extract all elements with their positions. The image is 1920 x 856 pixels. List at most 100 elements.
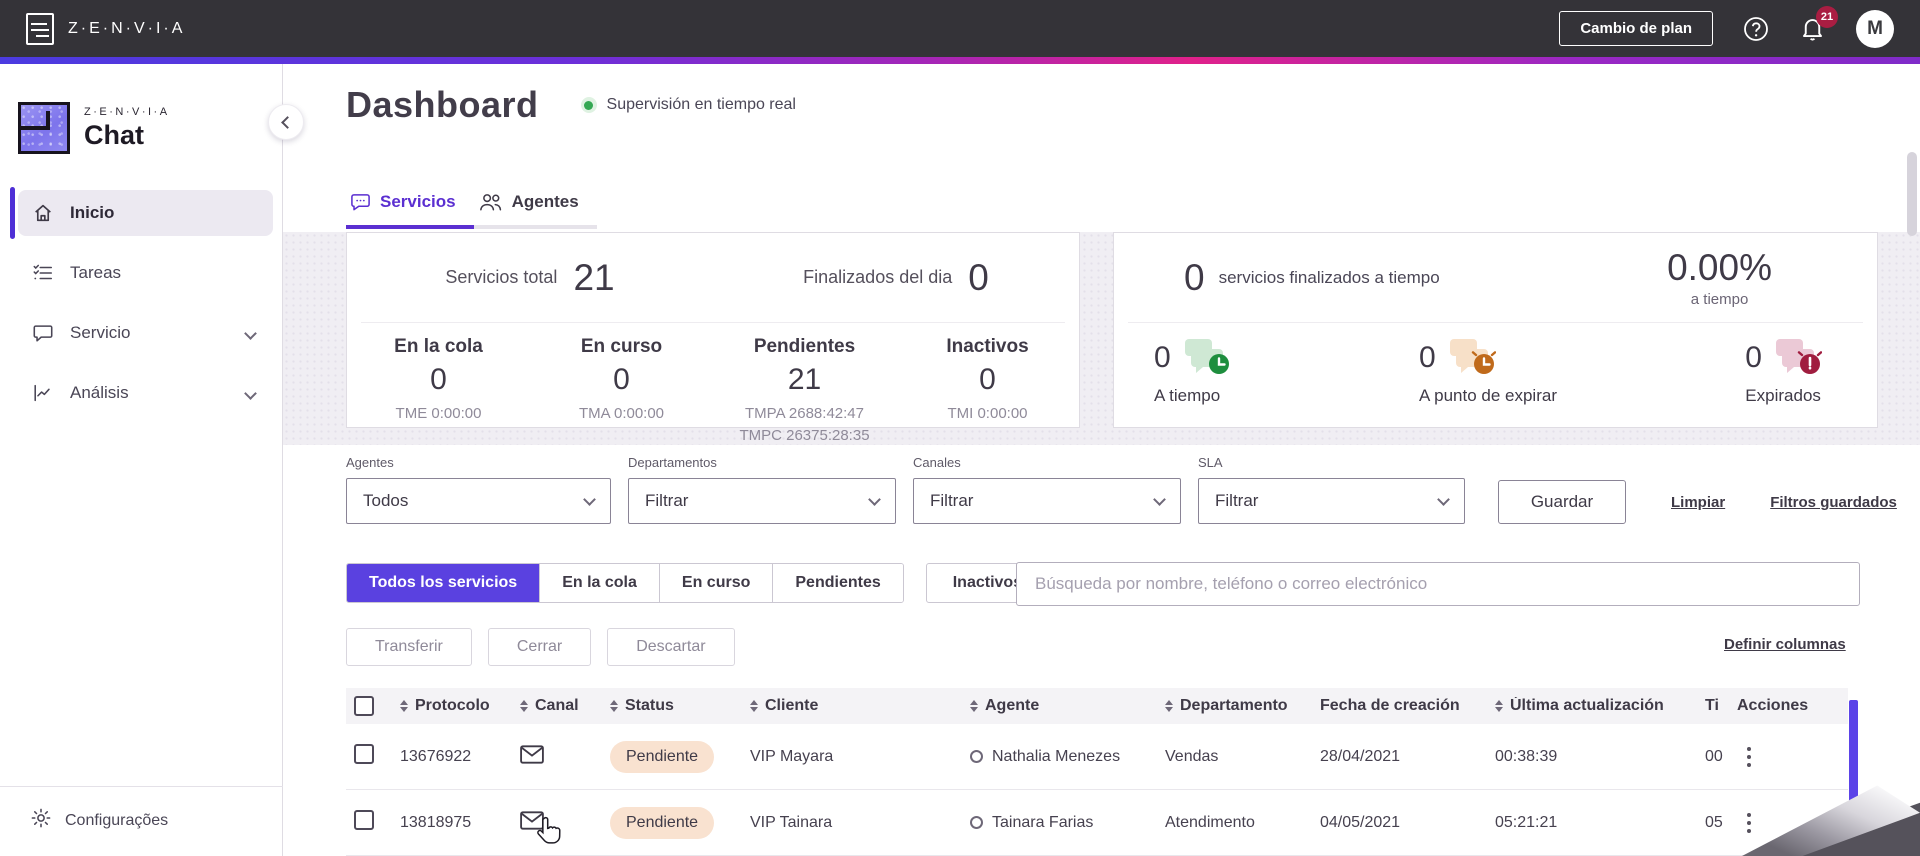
sidebar-collapse-button[interactable]: [268, 104, 304, 140]
metric-en-curso: En curso 0 TMA 0:00:00: [578, 336, 665, 422]
clear-filters-link[interactable]: Limpiar: [1671, 494, 1725, 511]
sidebar-item-label: Inicio: [70, 203, 115, 222]
client-cell: VIP Tainara: [750, 813, 833, 831]
sidebar-item-inicio[interactable]: Inicio: [10, 187, 273, 239]
sla-metric-expirados: 0 Expirados: [1745, 337, 1822, 406]
metric-pendientes: Pendientes 21 TMPA 2688:42:47 TMPC 26375…: [739, 336, 870, 444]
sla-select[interactable]: Filtrar: [1198, 478, 1465, 524]
sidebar-footer-label: Configurações: [65, 811, 169, 829]
canales-select[interactable]: Filtrar: [913, 478, 1181, 524]
live-status: Supervisión en tiempo real: [580, 96, 796, 114]
table-header: Protocolo Canal Status Cliente Agente De…: [346, 688, 1848, 724]
table-row[interactable]: 13818975 Pendiente VIP Tainara Tainara F…: [346, 790, 1848, 856]
table-row[interactable]: 13676922 Pendiente VIP Mayara Nathalia M…: [346, 724, 1848, 790]
sla-percent: 0.00% a tiempo: [1667, 247, 1772, 308]
sla-finished-label: servicios finalizados a tiempo: [1218, 267, 1440, 287]
discard-button[interactable]: Descartar: [607, 628, 735, 666]
segment-en-curso[interactable]: En curso: [658, 564, 773, 602]
active-indicator: [10, 187, 15, 239]
bulk-actions-row: Transferir Cerrar Descartar: [346, 628, 735, 666]
time-cell: 00: [1705, 747, 1723, 765]
row-actions-menu[interactable]: [1737, 807, 1761, 839]
services-summary-card: Servicios total 21 Finalizados del dia 0…: [346, 232, 1080, 444]
finished-today: Finalizados del dia 0: [713, 257, 1079, 299]
status-badge: Pendiente: [610, 806, 715, 839]
user-avatar[interactable]: M: [1856, 9, 1894, 48]
page-scrollbar[interactable]: [1907, 152, 1917, 236]
notifications-button[interactable]: 21: [1799, 6, 1838, 42]
topbar: Z·E·N·V·I·A Cambio de plan 21 M: [0, 0, 1920, 57]
chevron-down-icon: [1437, 492, 1450, 506]
chevron-down-icon: [244, 326, 257, 340]
change-plan-button[interactable]: Cambio de plan: [1559, 11, 1713, 46]
filter-canales: Canales Filtrar: [913, 455, 1181, 524]
protocol-cell: 13818975: [400, 813, 472, 831]
sla-percent-value: 0.00%: [1667, 247, 1772, 288]
sla-finished: 0 servicios finalizados a tiempo: [1184, 257, 1440, 299]
sidebar-item-analisis[interactable]: Análisis: [18, 370, 273, 416]
service-filter-row: Todos los servicios En la cola En curso …: [346, 563, 1050, 603]
zenvia-brand-text: Z·E·N·V·I·A: [68, 19, 186, 37]
services-total-value: 21: [573, 256, 615, 298]
help-button[interactable]: [1743, 16, 1769, 42]
chevron-down-icon: [244, 386, 257, 400]
zenvia-chat-logo: Z·E·N·V·I·A Chat: [0, 64, 282, 154]
segment-todos-los-servicios[interactable]: Todos los servicios: [347, 564, 540, 602]
zenvia-brand: Z·E·N·V·I·A: [26, 12, 186, 45]
updated-cell: 00:38:39: [1495, 747, 1558, 765]
filters-row: Agentes Todos Departamentos Filtrar Cana…: [346, 455, 1897, 524]
saved-filters-link[interactable]: Filtros guardados: [1770, 494, 1897, 511]
tab-agentes[interactable]: Agentes: [473, 192, 597, 229]
metric-en-la-cola: En la cola 0 TME 0:00:00: [394, 336, 483, 422]
select-all-checkbox[interactable]: [354, 696, 374, 716]
protocol-cell: 13676922: [400, 747, 472, 765]
transfer-button[interactable]: Transferir: [346, 628, 472, 666]
gear-icon: [30, 807, 52, 834]
finished-today-value: 0: [968, 256, 989, 298]
close-button[interactable]: Cerrar: [487, 628, 592, 666]
sidebar-product-text: Chat: [84, 119, 144, 150]
define-columns-link[interactable]: Definir columnas: [1724, 636, 1846, 653]
agent-status-icon: [970, 750, 983, 763]
segment-en-la-cola[interactable]: En la cola: [539, 564, 659, 602]
sidebar-item-tareas[interactable]: Tareas: [18, 250, 273, 296]
row-checkbox[interactable]: [354, 744, 374, 764]
notification-count-badge: 21: [1816, 6, 1838, 28]
sort-icon[interactable]: [1165, 700, 1173, 712]
tab-servicios[interactable]: Servicios: [346, 192, 474, 229]
sort-icon[interactable]: [520, 700, 528, 712]
sort-icon[interactable]: [400, 700, 408, 712]
sort-icon[interactable]: [1495, 700, 1503, 712]
sla-percent-label: a tiempo: [1690, 291, 1749, 308]
sidebar-nav: Inicio Tareas Servicio Análisis: [0, 187, 283, 430]
email-channel-icon: [520, 744, 544, 764]
save-filters-button[interactable]: Guardar: [1498, 480, 1626, 524]
zenvia-logo-icon: [26, 12, 54, 45]
chat-bubble-icon: [30, 322, 56, 344]
sla-finished-value: 0: [1184, 256, 1205, 298]
agentes-select[interactable]: Todos: [346, 478, 611, 524]
sort-icon[interactable]: [750, 700, 758, 712]
table-scrollbar[interactable]: [1849, 700, 1858, 834]
updated-cell: 05:21:21: [1495, 813, 1558, 831]
sidebar: Z·E·N·V·I·A Chat Inicio Tareas Servicio …: [0, 64, 283, 856]
home-icon: [30, 202, 56, 224]
departamentos-select[interactable]: Filtrar: [628, 478, 896, 524]
agent-cell: Nathalia Menezes: [970, 748, 1165, 766]
time-cell: 05: [1705, 813, 1723, 831]
expiring-chat-alarm-icon: [1449, 339, 1496, 374]
sidebar-item-configuracoes[interactable]: Configurações: [0, 787, 283, 856]
live-dot-icon: [580, 97, 597, 113]
sidebar-item-servicio[interactable]: Servicio: [18, 310, 273, 356]
chevron-down-icon: [868, 492, 881, 506]
tasks-icon: [30, 262, 56, 284]
sort-icon[interactable]: [610, 700, 618, 712]
filter-departamentos: Departamentos Filtrar: [628, 455, 896, 524]
segment-pendientes[interactable]: Pendientes: [772, 564, 903, 602]
row-checkbox[interactable]: [354, 810, 374, 830]
sort-icon[interactable]: [970, 700, 978, 712]
row-actions-menu[interactable]: [1737, 741, 1761, 773]
chat-bubble-icon: [351, 194, 370, 211]
page-title: Dashboard: [346, 84, 539, 125]
search-input[interactable]: [1016, 562, 1860, 606]
